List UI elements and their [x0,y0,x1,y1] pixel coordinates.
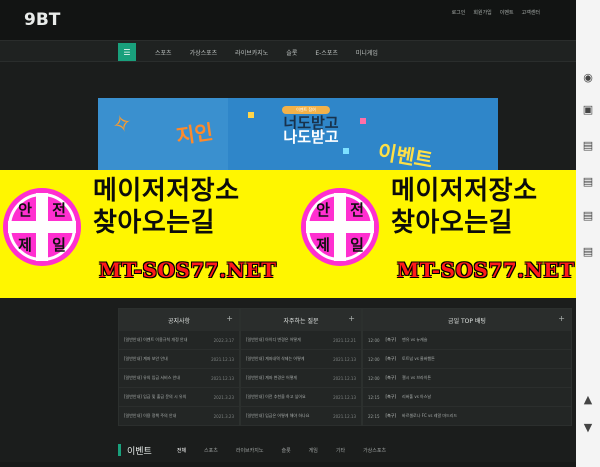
confetti-shape [360,118,366,124]
nav-item-virtual-sports[interactable]: 가상스포츠 [181,48,227,57]
list-item[interactable]: 12:00 [축구] 첼시 vs 브라이튼 [363,369,571,388]
ad-headline: 메이저저장소 [93,176,240,206]
banner-right-text: 이벤트 [376,139,435,170]
list-item[interactable]: 12:00 [축구] 맨유 vs 뉴캐슬 [363,331,571,350]
list-item[interactable]: [일반안내] 아이디 변경은 어떻게 2021.12.21 [241,331,361,350]
ad-strip[interactable]: 안 전 제 일 메이저저장소 찾아오는길 MT-SOS77.NET 안 전 제 … [0,170,600,298]
list-item[interactable]: 12:00 [축구] 토트넘 vs 울버햄튼 [363,350,571,369]
confetti-shape [343,148,349,154]
ad-unit[interactable]: 안 전 제 일 메이저저장소 찾아오는길 MT-SOS77.NET [0,170,300,298]
arrow-up-icon[interactable]: ▲ [581,392,595,406]
ad-url[interactable]: MT-SOS77.NET [397,258,575,282]
document-icon[interactable]: ▤ [581,174,595,188]
page: 9BT 로그인 회원가입 이벤트 고객센터 ☰ 스포츠 가상스포츠 라이브카지노… [0,0,600,467]
banner-main-text: 너도받고 나도받고 [266,116,356,146]
list-item[interactable]: [일반안내] 계좌 보안 안내 2021.12.13 [119,350,239,369]
list-item[interactable]: [일반안내] 계좌내역 삭제는 어떻게 2021.12.13 [241,350,361,369]
notice-panel-header: 공지사항 + [119,309,239,331]
list-item[interactable]: [일반안내] 이벤트 이용규칙 개정 안내 2022.3.17 [119,331,239,350]
ad-unit[interactable]: 안 전 제 일 메이저저장소 찾아오는길 MT-SOS77.NET [298,170,598,298]
safety-badge: 안 전 제 일 [3,188,81,266]
ad-headline: 메이저저장소 [391,176,538,206]
list-item[interactable]: [일반안내] 입금 및 출금 문의 시 유의 2021.3.23 [119,388,239,407]
faq-panel-header: 자주하는 질문 + [241,309,361,331]
badge-char: 제 [316,235,330,254]
list-item[interactable]: 22:15 [축구] 바르셀로나 FC vs 레알 마드리드 [363,407,571,426]
top-bets-title: 금일 TOP 배팅 [448,317,486,325]
list-item[interactable]: [일반안내] 입금은 어떻게 해야 하나요 2021.12.13 [241,407,361,426]
tab-live-casino[interactable]: 라이브카지노 [227,447,273,454]
camera-icon[interactable]: ▣ [581,102,595,116]
badge-char: 안 [18,200,32,219]
list-item[interactable]: [일반안내] 이용 정책 주의 안내 2021.3.23 [119,407,239,426]
badge-char: 안 [316,200,330,219]
chat-icon[interactable]: ◉ [581,70,595,84]
document-icon[interactable]: ▤ [581,208,595,222]
top-bar: 9BT 로그인 회원가입 이벤트 고객센터 [0,0,576,40]
plus-icon[interactable]: + [558,315,565,323]
tab-game[interactable]: 게임 [300,447,327,454]
document-icon[interactable]: ▤ [581,244,595,258]
notice-title: 공지사항 [167,317,191,325]
banner-left-text: 지인 [174,119,215,149]
tab-all[interactable]: 전체 [168,447,195,454]
ad-url[interactable]: MT-SOS77.NET [99,258,277,282]
banner-pill: 이벤트 참여 [282,106,330,114]
notice-panel: 공지사항 + [일반안내] 이벤트 이용규칙 개정 안내 2022.3.17 [일… [118,308,240,426]
plus-icon[interactable]: + [226,315,233,323]
tab-slot[interactable]: 슬롯 [272,447,299,454]
top-bets-panel-header: 금일 TOP 배팅 + [363,309,571,331]
top-links: 로그인 회원가입 이벤트 고객센터 [452,9,540,16]
faq-title: 자주하는 질문 [283,317,319,325]
banner-main-line2: 나도받고 [283,128,339,146]
list-item[interactable]: [일반안내] 유의 입금 서비스 안내 2021.12.13 [119,369,239,388]
badge-char: 전 [350,200,364,219]
badge-char: 전 [52,200,66,219]
tab-sports[interactable]: 스포츠 [195,447,227,454]
info-panels: 공지사항 + [일반안내] 이벤트 이용규칙 개정 안내 2022.3.17 [일… [118,308,578,428]
nav-item-sports[interactable]: 스포츠 [146,48,181,57]
badge-char: 일 [52,235,66,254]
list-item[interactable]: [일반안내] 이전 추천을 하고 싶어요 2021.12.13 [241,388,361,407]
signup-link[interactable]: 회원가입 [473,9,491,16]
plus-icon[interactable]: + [348,315,355,323]
support-link[interactable]: 고객센터 [522,9,540,16]
right-rail: ◉ ▣ ▤ ▤ ▤ ▤ ▲ ▼ [576,0,600,467]
site-logo[interactable]: 9BT [24,10,60,30]
main-nav: ☰ 스포츠 가상스포츠 라이브카지노 슬롯 E-스포츠 미니게임 [0,40,576,62]
faq-panel: 자주하는 질문 + [일반안내] 아이디 변경은 어떻게 2021.12.21 [… [240,308,362,426]
nav-item-esports[interactable]: E-스포츠 [306,48,347,57]
login-link[interactable]: 로그인 [452,9,466,16]
badge-char: 일 [350,235,364,254]
event-banner[interactable]: ✧ 지인 이벤트 참여 너도받고 나도받고 이벤트 [98,98,498,170]
top-bets-panel: 금일 TOP 배팅 + 12:00 [축구] 맨유 vs 뉴캐슬 12:00 [축구]… [362,308,572,426]
events-section: 이벤트 전체 스포츠 라이브카지노 슬롯 게임 기타 가상스포츠 [118,440,578,460]
tab-etc[interactable]: 기타 [327,447,354,454]
ad-subheadline: 찾아오는길 [93,208,216,238]
nav-item-live-casino[interactable]: 라이브카지노 [226,48,277,57]
events-title: 이벤트 [127,446,152,457]
nav-item-minigame[interactable]: 미니게임 [347,48,387,57]
nav-item-slot[interactable]: 슬롯 [277,48,306,57]
hamburger-icon[interactable]: ☰ [118,43,136,61]
tab-virtual-sports[interactable]: 가상스포츠 [354,447,395,454]
confetti-shape [248,112,254,118]
list-item[interactable]: 12:15 [축구] 리버풀 vs 아스날 [363,388,571,407]
safety-badge: 안 전 제 일 [301,188,379,266]
badge-char: 제 [18,235,32,254]
nav-menu: ☰ 스포츠 가상스포츠 라이브카지노 슬롯 E-스포츠 미니게임 [118,43,387,61]
section-accent [118,444,121,456]
document-icon[interactable]: ▤ [581,138,595,152]
event-link[interactable]: 이벤트 [500,9,514,16]
ad-subheadline: 찾아오는길 [391,208,514,238]
list-item[interactable]: [일반안내] 계좌 변경은 어떻게 2021.12.13 [241,369,361,388]
footer-edge [0,462,576,467]
arrow-down-icon[interactable]: ▼ [581,420,595,434]
